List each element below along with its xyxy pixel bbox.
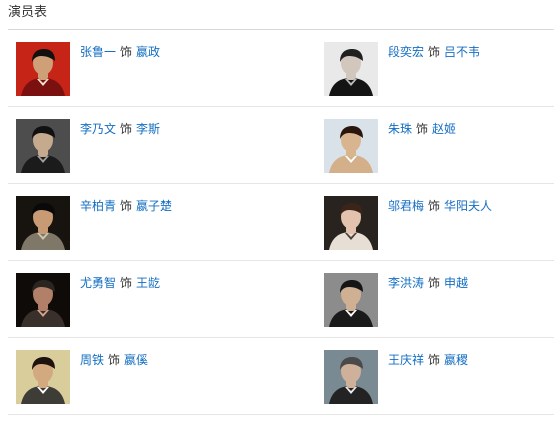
cast-row: 周铁饰嬴傒 王庆祥饰嬴稷 — [8, 338, 554, 415]
cast-row: 李乃文饰李斯 朱珠饰赵姬 — [8, 107, 554, 184]
cast-item: 邬君梅饰华阳夫人 — [316, 184, 554, 260]
actor-name-link[interactable]: 王庆祥 — [388, 353, 424, 367]
actor-photo[interactable] — [324, 196, 378, 250]
section-title: 演员表 — [8, 5, 48, 20]
actor-photo[interactable] — [16, 350, 70, 404]
cast-credit: 朱珠饰赵姬 — [388, 122, 456, 136]
role-separator: 饰 — [428, 353, 441, 367]
role-separator: 饰 — [108, 353, 121, 367]
role-name-link[interactable]: 王龁 — [136, 276, 160, 290]
actor-name-link[interactable]: 张鲁一 — [80, 45, 116, 59]
actor-name-link[interactable]: 周铁 — [80, 353, 104, 367]
role-separator: 饰 — [428, 45, 441, 59]
cast-item: 李乃文饰李斯 — [8, 107, 268, 183]
actor-photo[interactable] — [324, 42, 378, 96]
role-name-link[interactable]: 吕不韦 — [444, 45, 480, 59]
role-name-link[interactable]: 嬴傒 — [124, 353, 148, 367]
actor-name-link[interactable]: 李洪涛 — [388, 276, 424, 290]
role-separator: 饰 — [120, 199, 133, 213]
cast-item: 李洪涛饰申越 — [316, 261, 554, 337]
cast-row: 辛柏青饰嬴子楚 邬君梅饰华阳夫人 — [8, 184, 554, 261]
role-name-link[interactable]: 嬴子楚 — [136, 199, 172, 213]
actor-name-link[interactable]: 邬君梅 — [388, 199, 424, 213]
actor-photo[interactable] — [16, 119, 70, 173]
actor-photo[interactable] — [16, 42, 70, 96]
cast-item: 周铁饰嬴傒 — [8, 338, 268, 414]
cast-credit: 李乃文饰李斯 — [80, 122, 160, 136]
cast-list: 张鲁一饰嬴政 段奕宏饰吕不韦 李乃文饰李斯 朱珠 饰 赵姬 辛柏青 饰 嬴子楚 … — [8, 30, 554, 418]
cast-credit: 邬君梅饰华阳夫人 — [388, 199, 492, 213]
cast-credit: 李洪涛饰申越 — [388, 276, 468, 290]
cast-credit: 尤勇智饰王龁 — [80, 276, 160, 290]
cast-row: 尤勇智饰王龁 李洪涛饰申越 — [8, 261, 554, 338]
cast-credit: 段奕宏饰吕不韦 — [388, 45, 480, 59]
role-separator: 饰 — [120, 276, 133, 290]
role-separator: 饰 — [120, 122, 133, 136]
cast-credit: 王庆祥饰嬴稷 — [388, 353, 468, 367]
cast-item: 尤勇智饰王龁 — [8, 261, 268, 337]
cast-item: 朱珠饰赵姬 — [316, 107, 554, 183]
role-separator: 饰 — [428, 276, 441, 290]
cast-row: 张鲁一饰嬴政 段奕宏饰吕不韦 — [8, 30, 554, 107]
cast-item: 张鲁一饰嬴政 — [8, 30, 268, 106]
role-separator: 饰 — [120, 45, 133, 59]
cast-list-header: 演员表 — [8, 0, 554, 30]
cast-item: 辛柏青饰嬴子楚 — [8, 184, 268, 260]
role-name-link[interactable]: 华阳夫人 — [444, 199, 492, 213]
actor-photo[interactable] — [324, 273, 378, 327]
role-separator: 饰 — [428, 199, 441, 213]
cast-credit: 辛柏青饰嬴子楚 — [80, 199, 172, 213]
actor-name-link[interactable]: 段奕宏 — [388, 45, 424, 59]
cast-item: 段奕宏饰吕不韦 — [316, 30, 554, 106]
cast-credit: 张鲁一饰嬴政 — [80, 45, 160, 59]
role-name-link[interactable]: 嬴政 — [136, 45, 160, 59]
cast-credit: 周铁饰嬴傒 — [80, 353, 148, 367]
cast-item: 王庆祥饰嬴稷 — [316, 338, 554, 414]
actor-name-link[interactable]: 李乃文 — [80, 122, 116, 136]
role-name-link[interactable]: 申越 — [444, 276, 468, 290]
role-separator: 饰 — [416, 122, 429, 136]
actor-name-link[interactable]: 朱珠 — [388, 122, 412, 136]
actor-photo[interactable] — [16, 196, 70, 250]
actor-name-link[interactable]: 辛柏青 — [80, 199, 116, 213]
role-name-link[interactable]: 赵姬 — [432, 122, 456, 136]
role-name-link[interactable]: 嬴稷 — [444, 353, 468, 367]
role-name-link[interactable]: 李斯 — [136, 122, 160, 136]
actor-name-link[interactable]: 尤勇智 — [80, 276, 116, 290]
actor-photo[interactable] — [16, 273, 70, 327]
actor-photo[interactable] — [324, 119, 378, 173]
actor-photo[interactable] — [324, 350, 378, 404]
